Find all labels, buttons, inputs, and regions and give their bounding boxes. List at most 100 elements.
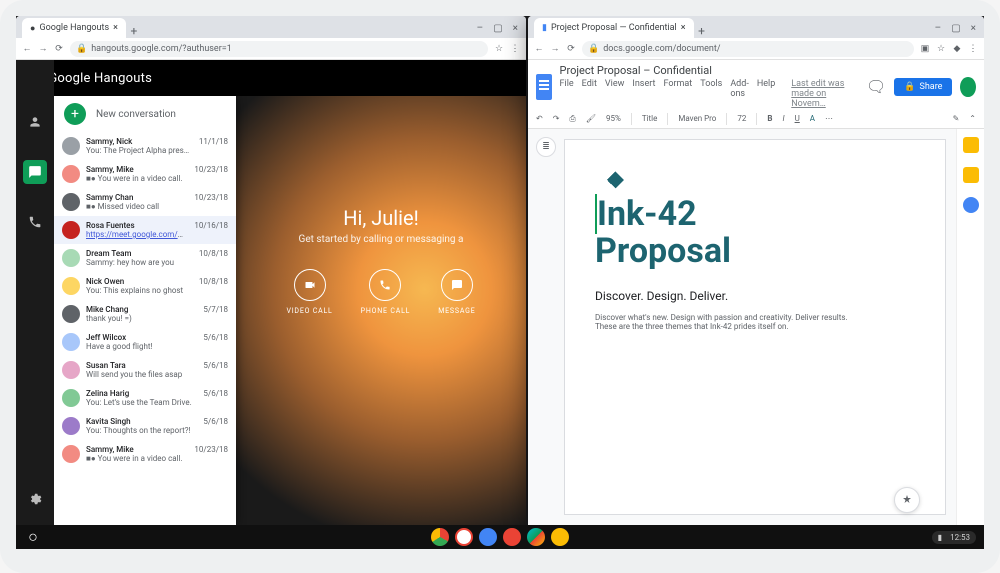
conversation-item[interactable]: Zelina HarigYou: Let's use the Team Driv… xyxy=(54,384,236,412)
document-page[interactable]: Ink-42 Proposal Discover. Design. Delive… xyxy=(564,139,946,515)
conversation-item[interactable]: Mike Changthank you! =)5/7/18 xyxy=(54,300,236,328)
window-minimize-icon[interactable]: – xyxy=(477,23,484,34)
window-minimize-icon[interactable]: – xyxy=(935,23,942,34)
more-tools-icon[interactable]: ⋯ xyxy=(825,114,833,123)
text-color-button[interactable]: A xyxy=(810,114,815,123)
bold-button[interactable]: B xyxy=(767,114,772,123)
comments-icon[interactable]: 🗨 xyxy=(866,77,886,96)
avatar xyxy=(62,277,80,295)
redo-icon[interactable]: ↷ xyxy=(553,114,560,123)
contacts-icon[interactable] xyxy=(23,110,47,134)
launcher-icon[interactable]: ○ xyxy=(24,528,42,546)
lock-icon: 🔒 xyxy=(588,44,599,54)
conversation-item[interactable]: Sammy Chan■● Missed video call10/23/18 xyxy=(54,188,236,216)
bookmark-icon[interactable]: ☆ xyxy=(494,44,504,54)
conversation-item[interactable]: Rosa Fuenteshttps://meet.google.com/msd-… xyxy=(54,216,236,244)
conversation-item[interactable]: Sammy, Mike■● You were in a video call.1… xyxy=(54,160,236,188)
cast-icon[interactable]: ▣ xyxy=(920,44,930,54)
chrome-menu-icon[interactable]: ⋮ xyxy=(968,44,978,54)
meet-link[interactable]: https://meet.google.com/msd-jpx-ifx xyxy=(86,230,188,239)
outline-toggle-icon[interactable]: ≣ xyxy=(536,137,556,157)
window-close-icon[interactable]: × xyxy=(971,23,976,34)
keep-addon-icon[interactable] xyxy=(963,167,979,183)
back-icon[interactable]: ← xyxy=(534,43,544,54)
menu-help[interactable]: Help xyxy=(757,79,775,109)
phone-icon[interactable] xyxy=(23,210,47,234)
conversation-item[interactable]: Kavita SinghYou: Thoughts on the report?… xyxy=(54,412,236,440)
hero-actions: VIDEO CALL PHONE CALL MESSAGE xyxy=(286,269,475,315)
reload-icon[interactable]: ⟳ xyxy=(566,44,576,54)
menu-edit[interactable]: Edit xyxy=(582,79,597,109)
tasks-addon-icon[interactable] xyxy=(963,197,979,213)
back-icon[interactable]: ← xyxy=(22,43,32,54)
menu-tools[interactable]: Tools xyxy=(700,79,722,109)
message-button[interactable]: MESSAGE xyxy=(438,269,475,315)
docs-app-icon[interactable] xyxy=(479,528,497,546)
new-conversation-button[interactable]: + New conversation xyxy=(54,96,236,132)
phone-call-button[interactable]: PHONE CALL xyxy=(361,269,411,315)
conversation-item[interactable]: Sammy, Mike■● You were in a video call.1… xyxy=(54,440,236,468)
video-call-label: VIDEO CALL xyxy=(286,307,332,315)
italic-button[interactable]: I xyxy=(782,114,784,123)
zoom-select[interactable]: 95% xyxy=(606,114,621,123)
window-maximize-icon[interactable]: ▢ xyxy=(493,23,502,34)
menu-add-ons[interactable]: Add-ons xyxy=(730,79,749,109)
new-tab-button[interactable]: + xyxy=(694,24,710,38)
browser-tab-docs[interactable]: ▮ Project Proposal — Confidential × xyxy=(534,18,694,38)
conversation-item[interactable]: Jeff WilcoxHave a good flight!5/6/18 xyxy=(54,328,236,356)
menu-file[interactable]: File xyxy=(560,79,574,109)
last-edit-label[interactable]: Last edit was made on Novem… xyxy=(791,79,850,109)
lock-icon: 🔒 xyxy=(76,44,87,54)
conversation-item[interactable]: Dream TeamSammy: hey how are you10/8/18 xyxy=(54,244,236,272)
forward-icon[interactable]: → xyxy=(38,43,48,54)
new-tab-button[interactable]: + xyxy=(126,24,142,38)
editing-mode-icon[interactable]: ✎ xyxy=(953,114,960,123)
window-maximize-icon[interactable]: ▢ xyxy=(951,23,960,34)
omnibox[interactable]: 🔒 hangouts.google.com/?authuser=1 xyxy=(70,41,488,57)
account-avatar[interactable] xyxy=(960,77,976,97)
gmail-app-icon[interactable] xyxy=(455,528,473,546)
conversation-item[interactable]: Susan TaraWill send you the files asap5/… xyxy=(54,356,236,384)
chrome-app-icon[interactable] xyxy=(431,528,449,546)
bookmark-icon[interactable]: ☆ xyxy=(936,44,946,54)
avatar xyxy=(62,305,80,323)
files-app-icon[interactable] xyxy=(551,528,569,546)
avatar xyxy=(62,249,80,267)
chevron-up-icon[interactable]: ⌃ xyxy=(969,114,976,123)
undo-icon[interactable]: ↶ xyxy=(536,114,543,123)
conversation-item[interactable]: Nick OwenYou: This explains no ghost10/8… xyxy=(54,272,236,300)
window-close-icon[interactable]: × xyxy=(513,23,518,34)
status-tray[interactable]: ▮ 12:53 xyxy=(932,531,976,544)
menu-format[interactable]: Format xyxy=(663,79,692,109)
menu-insert[interactable]: Insert xyxy=(632,79,655,109)
docs-logo-icon[interactable] xyxy=(536,74,552,100)
menu-view[interactable]: View xyxy=(605,79,624,109)
youtube-app-icon[interactable] xyxy=(503,528,521,546)
extension-icon[interactable]: ◆ xyxy=(952,44,962,54)
style-select[interactable]: Title xyxy=(642,114,658,123)
close-tab-icon[interactable]: × xyxy=(113,23,118,33)
calendar-addon-icon[interactable] xyxy=(963,137,979,153)
conversation-panel: + New conversation Sammy, NickYou: The P… xyxy=(54,96,236,525)
forward-icon[interactable]: → xyxy=(550,43,560,54)
conversation-date: 5/7/18 xyxy=(203,305,228,323)
print-icon[interactable]: ⎙ xyxy=(569,114,575,124)
reload-icon[interactable]: ⟳ xyxy=(54,44,64,54)
avatar xyxy=(62,165,80,183)
explore-button[interactable] xyxy=(894,487,920,513)
share-button[interactable]: 🔒 Share xyxy=(894,78,952,96)
font-size-input[interactable]: 72 xyxy=(737,114,746,123)
omnibox[interactable]: 🔒 docs.google.com/document/ xyxy=(582,41,914,57)
chrome-menu-icon[interactable]: ⋮ xyxy=(510,44,520,54)
chat-icon[interactable] xyxy=(23,160,47,184)
doc-title[interactable]: Project Proposal – Confidential xyxy=(560,64,850,77)
font-select[interactable]: Maven Pro xyxy=(678,114,716,123)
play-store-app-icon[interactable] xyxy=(527,528,545,546)
conversation-item[interactable]: Sammy, NickYou: The Project Alpha presen… xyxy=(54,132,236,160)
settings-icon[interactable] xyxy=(23,487,47,511)
video-call-button[interactable]: VIDEO CALL xyxy=(286,269,332,315)
close-tab-icon[interactable]: × xyxy=(681,23,686,33)
browser-tab-hangouts[interactable]: ● Google Hangouts × xyxy=(22,18,126,38)
paint-format-icon[interactable]: 🖌 xyxy=(586,114,596,123)
underline-button[interactable]: U xyxy=(795,114,800,123)
